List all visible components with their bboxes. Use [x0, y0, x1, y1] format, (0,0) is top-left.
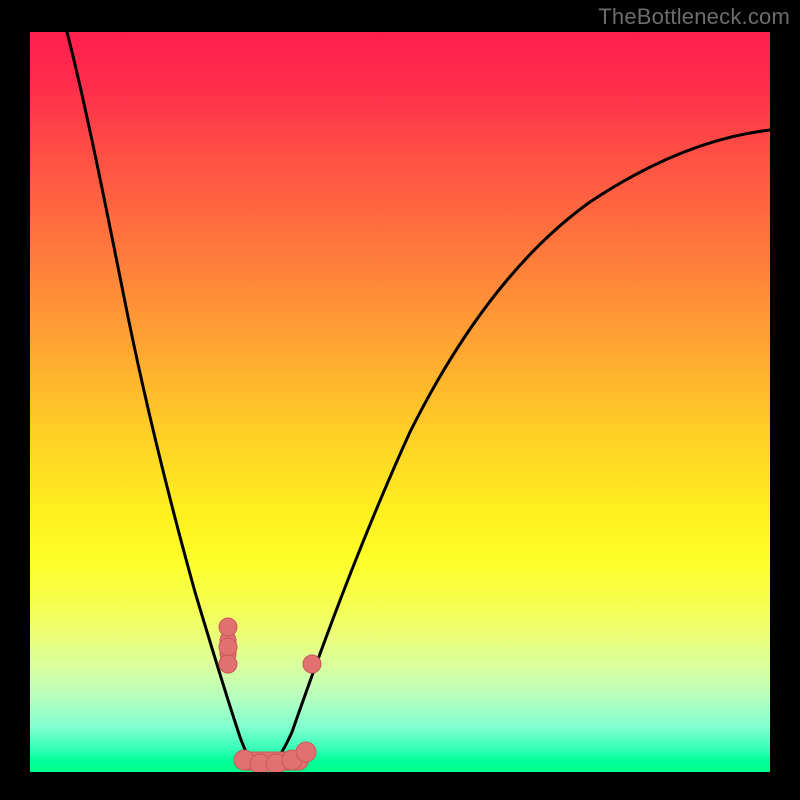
watermark-text: TheBottleneck.com: [598, 4, 790, 30]
minimum-marker-clump: [234, 742, 316, 772]
chart-frame: TheBottleneck.com: [0, 0, 800, 800]
bottleneck-curve: [67, 32, 770, 770]
right-marker-point: [303, 655, 321, 673]
plot-area: [30, 32, 770, 772]
left-marker-cluster: [219, 618, 237, 673]
curve-layer: [30, 32, 770, 772]
